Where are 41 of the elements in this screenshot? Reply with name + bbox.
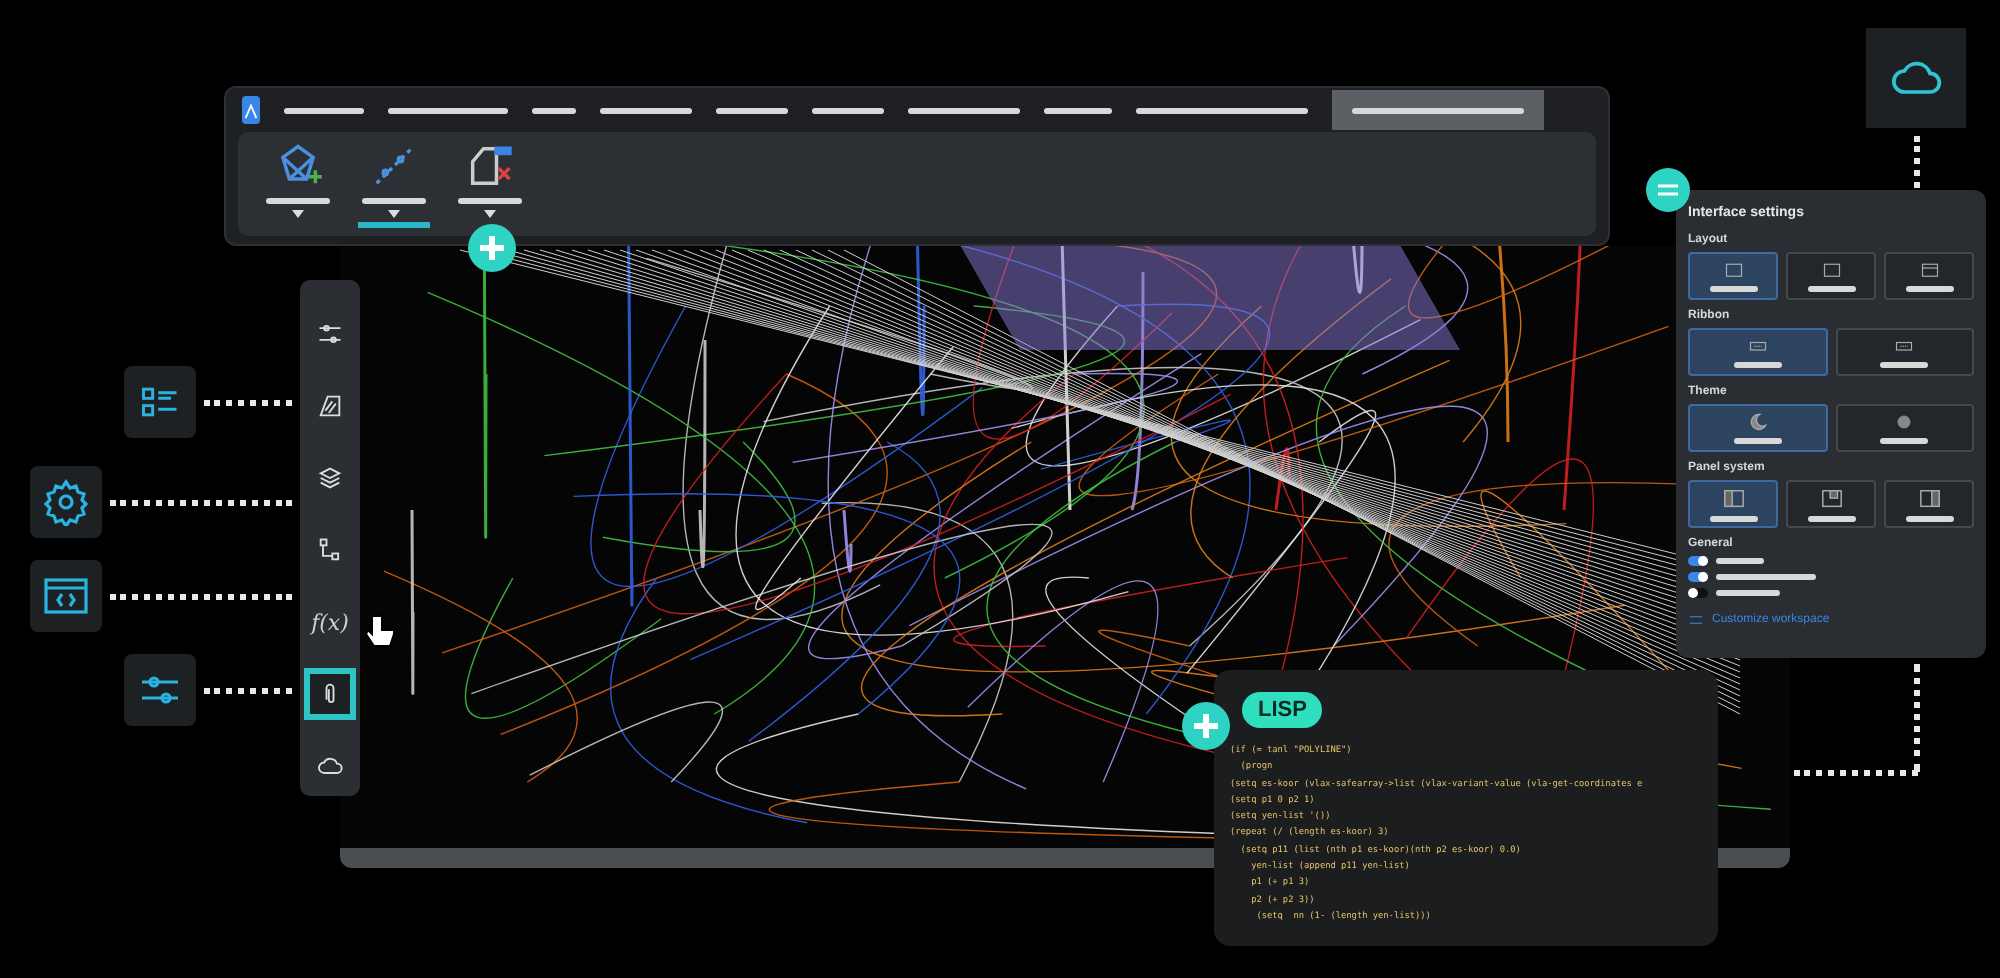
option-card[interactable] — [1786, 252, 1876, 300]
feature-tile[interactable] — [124, 654, 196, 726]
tree-icon — [316, 536, 344, 564]
function-label: f(x) — [311, 609, 349, 635]
option-card[interactable] — [1688, 404, 1827, 452]
app-logo-icon[interactable] — [242, 96, 260, 124]
cloud-icon — [316, 752, 344, 780]
code-window-icon — [42, 572, 90, 620]
option-card[interactable] — [1688, 252, 1778, 300]
toggle-switch[interactable] — [1688, 556, 1708, 566]
caret-icon — [292, 210, 304, 218]
moon-icon — [1747, 412, 1768, 432]
option-card[interactable] — [1835, 328, 1974, 376]
caret-icon — [388, 210, 400, 218]
feature-tile[interactable] — [124, 366, 196, 438]
sliders-icon — [316, 320, 344, 348]
sidebar-item[interactable] — [304, 668, 356, 720]
circle-icon — [1894, 412, 1915, 432]
feature-tile[interactable] — [30, 466, 102, 538]
cloud-tile[interactable] — [1866, 28, 1966, 128]
settings-toggle-icon[interactable] — [1646, 168, 1690, 212]
caret-icon — [484, 210, 496, 218]
hatch-icon — [316, 392, 344, 420]
toggle-switch[interactable] — [1688, 588, 1708, 598]
toggle-switch[interactable] — [1688, 572, 1708, 582]
feature-tile[interactable] — [30, 560, 102, 632]
panel-layout-icon — [1719, 487, 1747, 509]
option-card[interactable] — [1688, 328, 1827, 376]
layers-icon — [316, 464, 344, 492]
settings-icon — [42, 478, 90, 526]
lisp-badge: LISP — [1242, 692, 1323, 728]
sliders-icon — [1688, 612, 1704, 628]
option-card[interactable] — [1688, 480, 1778, 528]
option-card[interactable] — [1884, 480, 1974, 528]
option-card[interactable] — [1835, 404, 1974, 452]
option-card[interactable] — [1884, 252, 1974, 300]
option-card[interactable] — [1786, 480, 1876, 528]
hand-cursor-icon — [364, 614, 396, 650]
panel-layout-icon — [1817, 487, 1845, 509]
panel-layout-icon — [1915, 487, 1943, 509]
sidebar-item[interactable]: f(x) — [304, 596, 356, 648]
